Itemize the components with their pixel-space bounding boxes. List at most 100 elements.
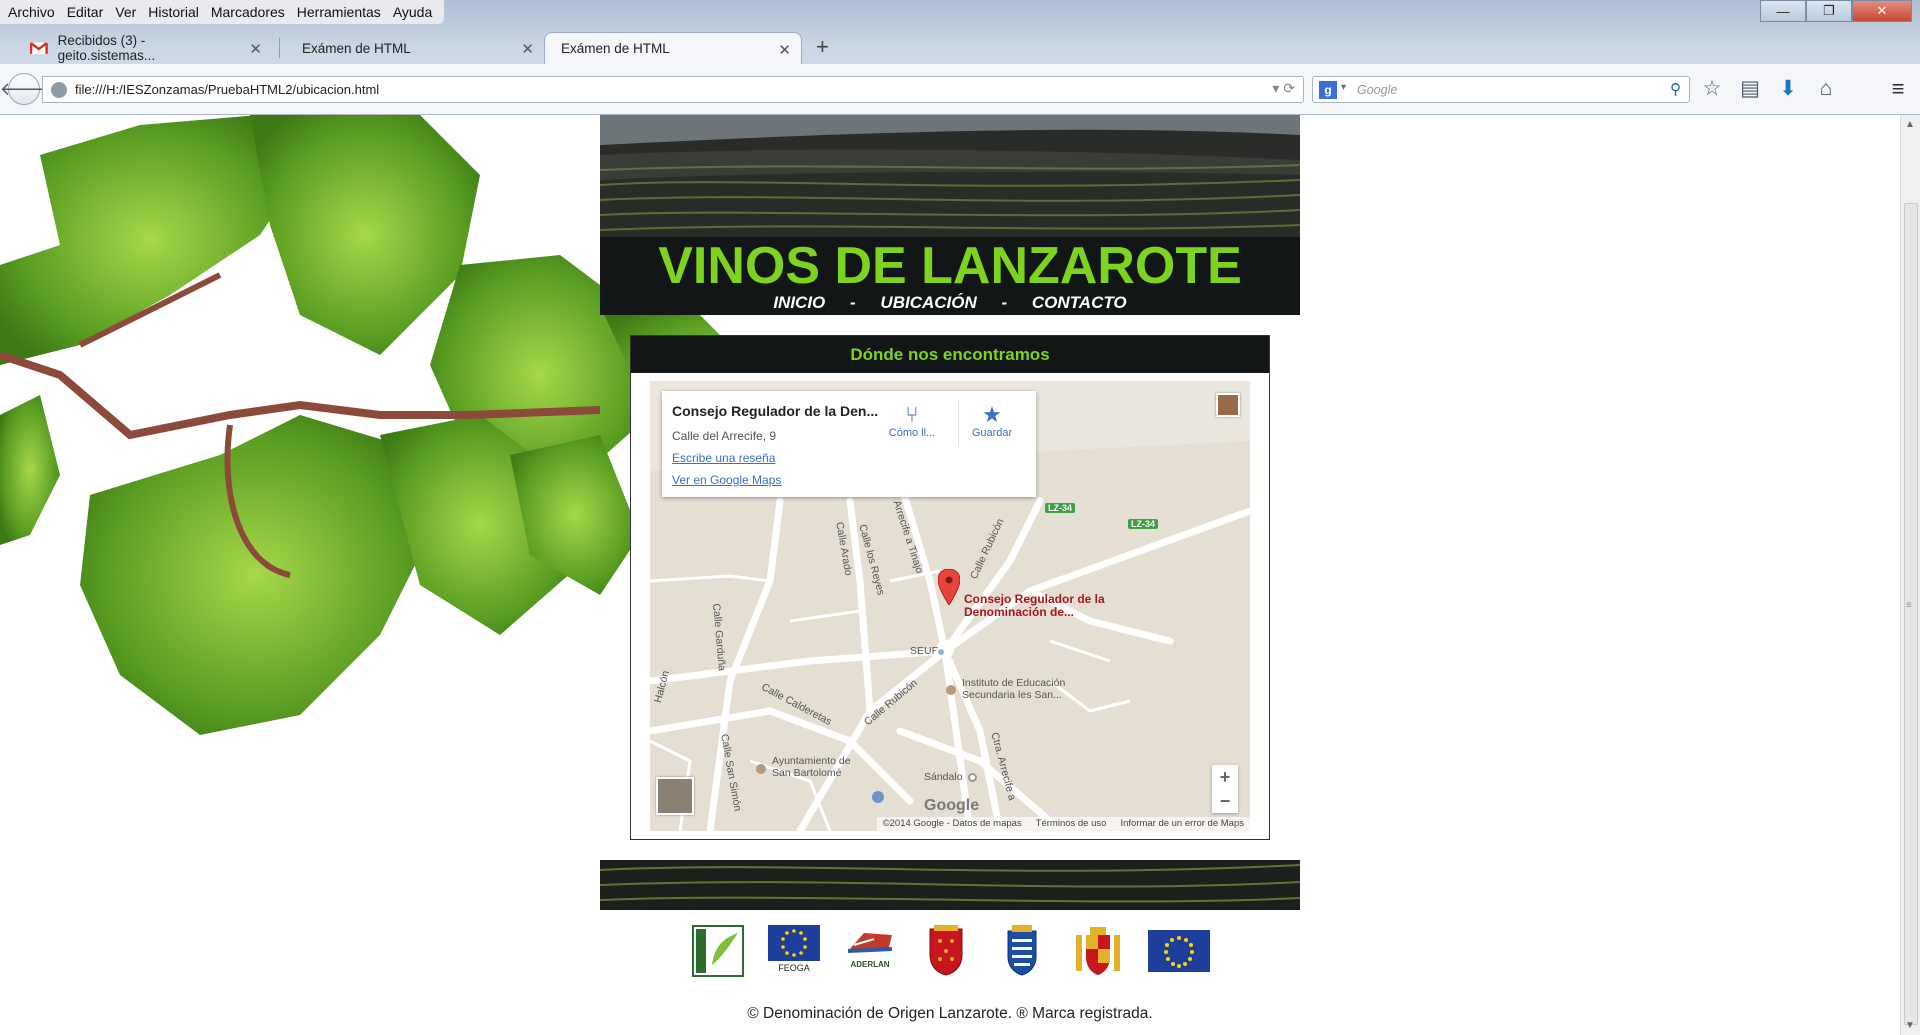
browser-chrome: Archivo Editar Ver Historial Marcadores …: [0, 0, 1920, 115]
zoom-out-button[interactable]: −: [1212, 789, 1238, 813]
leader-logo[interactable]: [692, 925, 744, 977]
poi-seur[interactable]: SEUR: [910, 645, 939, 657]
gmail-icon: [30, 41, 48, 55]
feoga-caption: FEOGA: [778, 963, 810, 973]
close-tab-icon[interactable]: ✕: [778, 41, 791, 59]
write-review-link[interactable]: Escribe una reseña: [672, 451, 775, 465]
map-marker-icon[interactable]: [938, 569, 960, 605]
engine-dropdown-icon[interactable]: ▾: [1341, 82, 1346, 93]
google-logo: Google: [924, 797, 980, 814]
menu-archivo[interactable]: Archivo: [4, 0, 63, 24]
place-name: Consejo Regulador de la Den...: [672, 403, 879, 419]
tab-gmail[interactable]: Recibidos (3) - geito.sistemas... ✕: [14, 32, 280, 64]
menu-herramientas[interactable]: Herramientas: [293, 0, 389, 24]
map-terms-link[interactable]: Términos de uso: [1036, 818, 1107, 830]
menu-ayuda[interactable]: Ayuda: [389, 0, 440, 24]
save-place-button[interactable]: ★ Guardar: [964, 403, 1020, 440]
scroll-up-icon[interactable]: ▲: [1905, 119, 1915, 130]
nav-ubicacion[interactable]: UBICACIÓN: [880, 293, 976, 312]
nav-separator: -: [850, 293, 856, 312]
lanzarote-shield-logo[interactable]: [920, 925, 972, 977]
menu-bar: Archivo Editar Ver Historial Marcadores …: [0, 0, 445, 24]
poi-instituto-line1: Instituto de Educación: [962, 677, 1066, 689]
nav-inicio[interactable]: INICIO: [773, 293, 825, 312]
sponsor-logos: FEOGA ADERLAN: [692, 925, 1234, 977]
new-tab-button[interactable]: +: [816, 34, 829, 64]
poi-sandalo[interactable]: Sándalo: [924, 771, 963, 783]
copyright-text: © Denominación de Origen Lanzarote. ® Ma…: [747, 1005, 1153, 1022]
url-text: file:///H:/IESZonzamas/PruebaHTML2/ubica…: [75, 82, 380, 97]
menu-historial[interactable]: Historial: [144, 0, 207, 24]
aderlan-graphic-icon: [847, 933, 893, 953]
marker-label-line1: Consejo Regulador de la: [964, 592, 1105, 606]
divider: [958, 401, 959, 445]
scroll-grip-icon: ≡: [1906, 600, 1912, 611]
main-nav: INICIO - UBICACIÓN - CONTACTO: [600, 293, 1300, 313]
poi-bank-icon: [872, 791, 884, 803]
feoga-logo[interactable]: FEOGA: [768, 925, 820, 977]
aderlan-logo[interactable]: ADERLAN: [844, 925, 896, 977]
spain-shield-logo[interactable]: [1072, 925, 1124, 977]
site-header: VINOS DE LANZAROTE INICIO - UBICACIÓN - …: [600, 115, 1300, 315]
google-engine-icon[interactable]: g: [1319, 81, 1337, 99]
vineyard-footer-image: [600, 860, 1300, 910]
eu-flag-logo[interactable]: [1148, 930, 1210, 972]
user-avatar[interactable]: [1216, 393, 1240, 417]
scrollbar-thumb[interactable]: [1904, 203, 1918, 1025]
poi-townhall-icon: [756, 764, 766, 774]
page-scrollbar[interactable]: ▲ ≡ ▼: [1900, 115, 1920, 1035]
marker-label-line2: Denominación de...: [964, 605, 1075, 619]
tab-html-active[interactable]: Exámen de HTML ✕: [544, 32, 802, 64]
minimize-button[interactable]: —: [1760, 0, 1806, 22]
tab-label: Exámen de HTML: [302, 40, 411, 56]
tab-strip: Recibidos (3) - geito.sistemas... ✕ Exám…: [0, 30, 829, 64]
back-icon: 🡐: [0, 78, 49, 99]
download-icon[interactable]: ⬇: [1776, 76, 1800, 102]
location-section: Dónde nos encontramos LZ-34 LZ-34 Calle …: [630, 335, 1270, 840]
menu-icon[interactable]: ≡: [1886, 76, 1910, 102]
menu-editar[interactable]: Editar: [63, 0, 112, 24]
back-button[interactable]: 🡐: [0, 73, 48, 105]
poi-ayuntamiento-line2: San Bartolomé: [772, 767, 842, 779]
feoga-flag-icon: [768, 925, 820, 961]
restore-button[interactable]: ❐: [1806, 0, 1852, 22]
satellite-toggle[interactable]: [656, 777, 694, 815]
section-title: Dónde nos encontramos: [631, 336, 1269, 373]
vineyard-header-image: [600, 115, 1300, 237]
save-label: Guardar: [971, 427, 1013, 439]
toolbar-icons: ☆ ▤ ⬇ ⌂: [1700, 76, 1838, 102]
poi-ayuntamiento[interactable]: Ayuntamiento de San Bartolomé: [772, 755, 851, 779]
poi-sandalo-icon: [968, 773, 977, 782]
tab-separator: [279, 38, 280, 58]
directions-button[interactable]: ⑂ Cómo ll...: [884, 403, 940, 440]
menu-marcadores[interactable]: Marcadores: [207, 0, 293, 24]
view-google-maps-link[interactable]: Ver en Google Maps: [672, 473, 781, 487]
close-tab-icon[interactable]: ✕: [249, 40, 262, 58]
place-address: Calle del Arrecife, 9: [672, 429, 777, 443]
poi-seur-icon: [936, 647, 946, 657]
tab-html-1[interactable]: Exámen de HTML ✕: [286, 32, 544, 64]
canarias-shield-logo[interactable]: [996, 925, 1048, 977]
bookmark-star-icon[interactable]: ☆: [1700, 76, 1724, 102]
address-bar[interactable]: file:///H:/IESZonzamas/PruebaHTML2/ubica…: [42, 76, 1304, 103]
close-tab-icon[interactable]: ✕: [521, 40, 534, 58]
search-icon[interactable]: ⚲: [1670, 80, 1681, 98]
google-map[interactable]: LZ-34 LZ-34 Calle Arado Calle los Reyes …: [650, 381, 1250, 831]
menu-ver[interactable]: Ver: [111, 0, 144, 24]
tab-label: Exámen de HTML: [561, 41, 670, 56]
zoom-in-button[interactable]: +: [1212, 765, 1238, 789]
reload-icon[interactable]: ▾ ⟳: [1272, 80, 1295, 97]
close-window-button[interactable]: ✕: [1852, 0, 1912, 22]
poi-school-icon: [946, 685, 956, 695]
home-icon[interactable]: ⌂: [1814, 76, 1838, 102]
marker-label[interactable]: Consejo Regulador de la Denominación de..…: [964, 593, 1105, 619]
poi-instituto[interactable]: Instituto de Educación Secundaria les San…: [962, 677, 1065, 701]
search-bar[interactable]: g ▾ Google ⚲: [1312, 76, 1690, 103]
map-report-error-link[interactable]: Informar de un error de Maps: [1120, 818, 1244, 830]
place-info-card: Consejo Regulador de la Den... Calle del…: [662, 391, 1036, 497]
map-data-credit[interactable]: ©2014 Google - Datos de mapas: [883, 818, 1022, 830]
road-sign-lz34: LZ-34: [1045, 503, 1076, 513]
bookmarks-list-icon[interactable]: ▤: [1738, 76, 1762, 102]
nav-contacto[interactable]: CONTACTO: [1032, 293, 1127, 312]
scroll-down-icon[interactable]: ▼: [1905, 1020, 1915, 1031]
